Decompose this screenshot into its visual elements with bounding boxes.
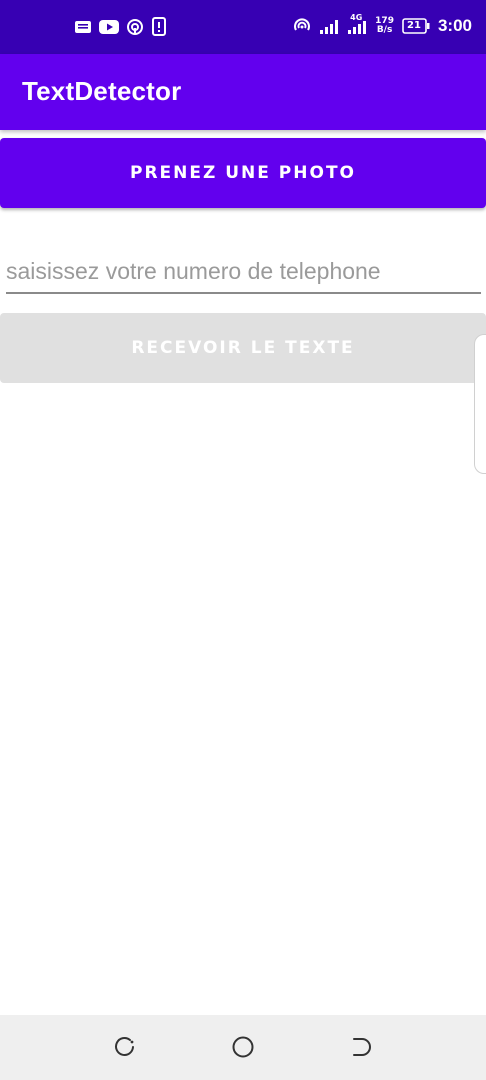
hotspot-icon [127,19,143,35]
notification-icon [75,21,91,33]
device-alert-icon [152,17,166,36]
hotspot-icon [294,18,311,31]
status-right-icons: 4G 179 B/s 21 3:00 [293,13,472,37]
app-bar: TextDetector [0,54,486,130]
take-photo-button[interactable]: PRENEZ UNE PHOTO [0,138,486,208]
phone-number-input[interactable] [6,250,481,294]
status-bar: 4G 179 B/s 21 3:00 [0,0,486,54]
home-icon[interactable] [231,1035,255,1059]
battery-icon: 21 [402,18,430,34]
app-title: TextDetector [22,76,182,106]
edge-panel-handle[interactable] [474,334,486,474]
navigation-bar [0,1015,486,1080]
network-speed-unit: B/s [376,25,393,35]
youtube-icon [99,20,119,34]
signal-icon [320,20,339,34]
battery-level: 21 [407,20,421,31]
recent-apps-icon[interactable] [113,1035,137,1059]
status-clock: 3:00 [437,16,472,35]
back-icon[interactable] [349,1035,373,1059]
status-left-icons [74,16,168,36]
receive-text-button[interactable]: RECEVOIR LE TEXTE [0,313,486,383]
signal-4g-icon: 4G [347,13,367,37]
network-speed: 179 B/s [375,17,394,35]
